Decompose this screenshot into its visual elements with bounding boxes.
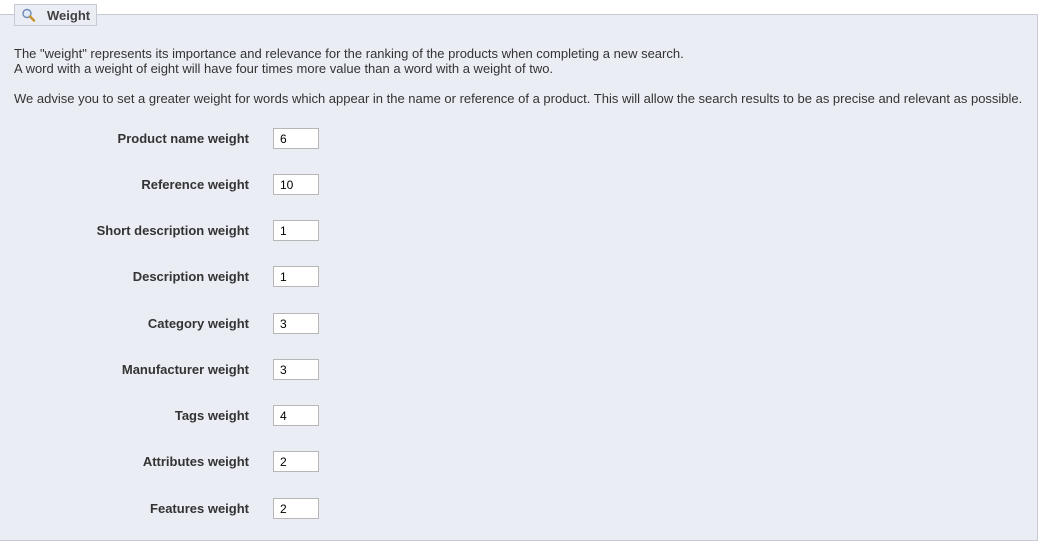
tags-weight-label: Tags weight bbox=[174, 408, 249, 423]
category-weight-input[interactable] bbox=[273, 313, 319, 334]
features-weight-label: Features weight bbox=[150, 501, 249, 516]
product-name-weight-row: Product name weight bbox=[0, 128, 400, 150]
attributes-weight-input[interactable] bbox=[273, 451, 319, 472]
manufacturer-weight-label: Manufacturer weight bbox=[121, 362, 249, 377]
short-description-weight-row: Short description weight bbox=[0, 220, 400, 242]
reference-weight-row: Reference weight bbox=[0, 174, 400, 196]
description-weight-label: Description weight bbox=[132, 269, 249, 284]
product-name-weight-input[interactable] bbox=[273, 128, 319, 149]
attributes-weight-row: Attributes weight bbox=[0, 451, 400, 473]
short-description-weight-label: Short description weight bbox=[96, 223, 249, 238]
description-weight-row: Description weight bbox=[0, 266, 400, 288]
description-line-1: The "weight" represents its importance a… bbox=[14, 46, 684, 61]
description-line-3: We advise you to set a greater weight fo… bbox=[14, 91, 1023, 106]
reference-weight-label: Reference weight bbox=[141, 177, 249, 192]
category-weight-row: Category weight bbox=[0, 313, 400, 335]
tags-weight-row: Tags weight bbox=[0, 405, 400, 427]
product-name-weight-label: Product name weight bbox=[117, 131, 249, 146]
tags-weight-input[interactable] bbox=[273, 405, 319, 426]
features-weight-input[interactable] bbox=[273, 498, 319, 519]
manufacturer-weight-row: Manufacturer weight bbox=[0, 359, 400, 381]
legend-title: Weight bbox=[47, 7, 91, 23]
category-weight-label: Category weight bbox=[147, 316, 249, 331]
short-description-weight-input[interactable] bbox=[273, 220, 319, 241]
magnifier-icon bbox=[21, 8, 37, 22]
description-line-2: A word with a weight of eight will have … bbox=[14, 61, 554, 76]
features-weight-row: Features weight bbox=[0, 498, 400, 520]
reference-weight-input[interactable] bbox=[273, 174, 319, 195]
weight-legend: Weight bbox=[14, 4, 98, 26]
attributes-weight-label: Attributes weight bbox=[142, 454, 249, 469]
description-weight-input[interactable] bbox=[273, 266, 319, 287]
manufacturer-weight-input[interactable] bbox=[273, 359, 319, 380]
